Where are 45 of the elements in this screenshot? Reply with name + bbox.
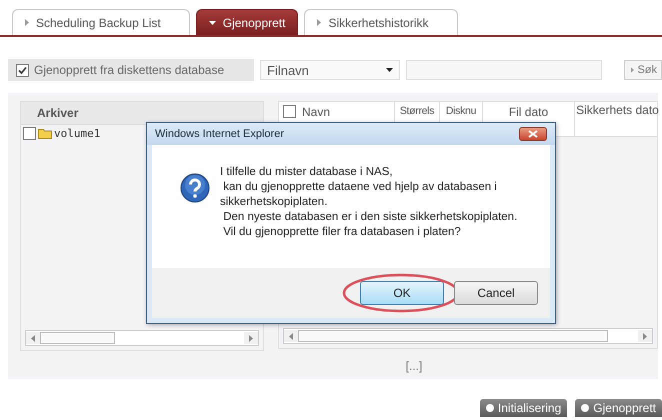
column-header: Fil dato	[508, 105, 548, 119]
caret-left-icon	[289, 332, 293, 340]
pagination[interactable]: [...]	[406, 359, 422, 373]
tree-item[interactable]: volume1	[54, 127, 100, 140]
caret-down-icon	[208, 20, 216, 24]
caret-right-icon	[643, 332, 647, 340]
caret-down-icon	[386, 68, 393, 72]
checkbox-label: Gjenopprett fra diskettens database	[34, 63, 224, 77]
checkbox[interactable]	[16, 64, 29, 76]
dialog-message: I tilfelle du mister database i NAS, kan du gjenopprette dataene ved hjelp av databasen i sikkerhetskopiplaten. Den nyeste databasen er i den siste sikkerhetskopiplaten. Vil du gjenopprette filer fra databasen i platen?	[220, 165, 518, 240]
column-header: Navn	[302, 105, 330, 119]
search-button[interactable]: Søk	[624, 60, 662, 80]
caret-right-icon	[25, 19, 29, 26]
scroll-left-button[interactable]	[26, 332, 40, 344]
caret-left-icon	[31, 334, 35, 342]
scroll-thumb[interactable]	[40, 332, 115, 344]
dialog-button[interactable]: Cancel	[454, 281, 538, 305]
dialog-button[interactable]: OK	[360, 281, 444, 305]
horizontal-scrollbar[interactable]	[283, 328, 653, 344]
header-checkbox[interactable]	[283, 105, 296, 118]
column-header: Sikkerhets dato	[576, 103, 659, 118]
scroll-right-button[interactable]	[244, 332, 258, 344]
caret-right-icon	[249, 334, 253, 342]
close-icon	[528, 130, 538, 138]
tree-header: Arkiver	[21, 102, 263, 125]
folder-icon	[38, 128, 52, 139]
tab[interactable]: Sikkerhetshistorikk	[304, 9, 458, 35]
tab[interactable]: Gjenopprett	[196, 9, 298, 35]
action-button[interactable]: Initialisering	[480, 399, 568, 417]
close-button[interactable]	[519, 127, 547, 141]
horizontal-scrollbar[interactable]	[25, 330, 259, 346]
scroll-left-button[interactable]	[284, 330, 298, 342]
scroll-thumb[interactable]	[298, 330, 608, 342]
column-header: Størrels	[400, 105, 434, 117]
dialog-title: Windows Internet Explorer	[155, 128, 284, 140]
search-field[interactable]	[406, 60, 602, 80]
caret-right-icon	[317, 19, 322, 26]
caret-right-icon	[631, 67, 634, 73]
action-button[interactable]: Gjenopprett	[575, 399, 662, 417]
checkbox[interactable]	[23, 127, 36, 140]
question-icon	[180, 173, 210, 203]
column-header: Disknu	[446, 105, 476, 117]
tab[interactable]: Scheduling Backup List	[12, 9, 190, 35]
dropdown[interactable]: Filnavn	[260, 60, 400, 80]
scroll-right-button[interactable]	[638, 330, 652, 342]
